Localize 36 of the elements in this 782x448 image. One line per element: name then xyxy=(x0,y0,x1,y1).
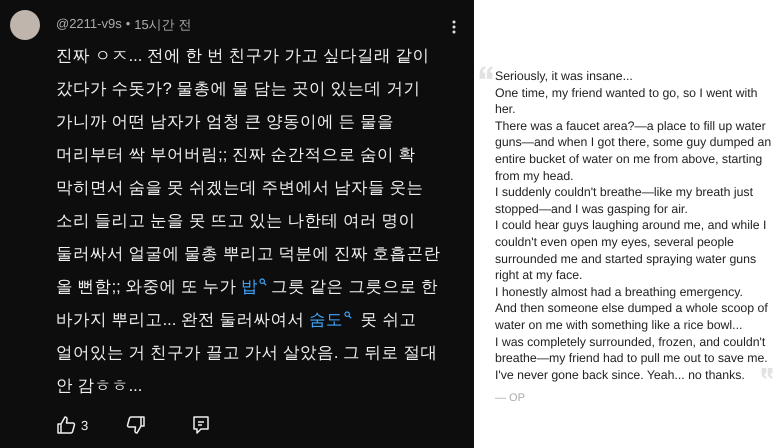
search-icon xyxy=(344,310,352,318)
translation-paragraph: I've never gone back since. Yeah... no thanks. xyxy=(495,366,745,384)
avatar-icon[interactable] xyxy=(10,10,40,40)
separator-dot: • xyxy=(126,16,130,33)
thumbs-down-icon[interactable] xyxy=(126,415,146,435)
thumbs-up-icon[interactable] xyxy=(56,415,76,435)
comment-text-line: 올 뻔함;; 와중에 또 누가 밥 그릇 같은 그릇으로 한 xyxy=(56,276,439,298)
translation-paragraph: I was completely surrounded, frozen, and couldn't breathe—my friend had to pull me out to save me. xyxy=(495,334,769,367)
translation-paragraph: There was a faucet area?—a place to fill up water guns—and when I got there, some guy dumped an entire bucket of water on me from above, starting from my head. xyxy=(495,118,772,184)
comment-text-line: 얼어있는 거 친구가 끌고 가서 살았음. 그 뒤로 절대 xyxy=(56,343,438,364)
comment-text-line: 바가지 뿌리고... 완전 둘러싸여서 숨도 못 쉬고 xyxy=(56,310,418,331)
comment-text-line: 머리부터 싹 부어버림;; 진짜 순간적으로 숨이 확 xyxy=(56,145,417,166)
translation-paragraph: I suddenly couldn't breathe—like my breath just stopped—and I was gasping for air. xyxy=(495,184,754,218)
like-count: 3 xyxy=(81,418,88,432)
comment-author[interactable]: @2211-v9s xyxy=(56,16,122,34)
attribution-text: — OP xyxy=(495,391,526,406)
comment-text-line: 진짜 ㅇㅈ... 전에 한 번 친구가 가고 싶다길래 같이 xyxy=(56,46,430,67)
comment-time: 15시간 전 xyxy=(134,16,192,34)
more-options-icon[interactable] xyxy=(452,20,456,34)
comment-text-line: 막히면서 숨을 못 쉬겠는데 주변에서 남자들 웃는 xyxy=(56,178,425,199)
quote-mark-icon xyxy=(760,368,774,379)
search-link[interactable]: 숨도 xyxy=(309,311,356,329)
translation-paragraph: I could hear guys laughing around me, and while I couldn't even open my eyes, several people surrounded me and started spraying water guns right at my face. xyxy=(495,217,768,284)
search-icon xyxy=(259,278,268,286)
translation-paragraph: I honestly almost had a breathing emergency. xyxy=(495,284,743,300)
quote-mark-icon xyxy=(478,66,494,79)
translation-paragraph: And then someone else dumped a whole scoop of water on me with something like a rice bowl... xyxy=(495,300,769,334)
search-link[interactable]: 밥 xyxy=(241,278,272,296)
translation-paragraph: Seriously, it was insane... xyxy=(495,68,633,85)
comment-text-line: 가니까 어떤 남자가 엄청 큰 양동이에 든 물을 xyxy=(56,112,396,133)
comment-text-line: 갔다가 수돗가? 물총에 물 담는 곳이 있는데 거기 xyxy=(56,79,422,100)
translation-paragraph: One time, my friend wanted to go, so I went with her. xyxy=(495,84,758,118)
comment-text-line: 안 감ㅎㅎ... xyxy=(56,376,144,397)
comment-icon[interactable] xyxy=(191,415,212,435)
comment-text-line: 둘러싸서 얼굴에 물총 뿌리고 덕분에 진짜 호흡곤란 xyxy=(56,244,441,265)
comment-text-line: 소리 들리고 눈을 못 뜨고 있는 나한테 여러 명이 xyxy=(56,211,417,232)
